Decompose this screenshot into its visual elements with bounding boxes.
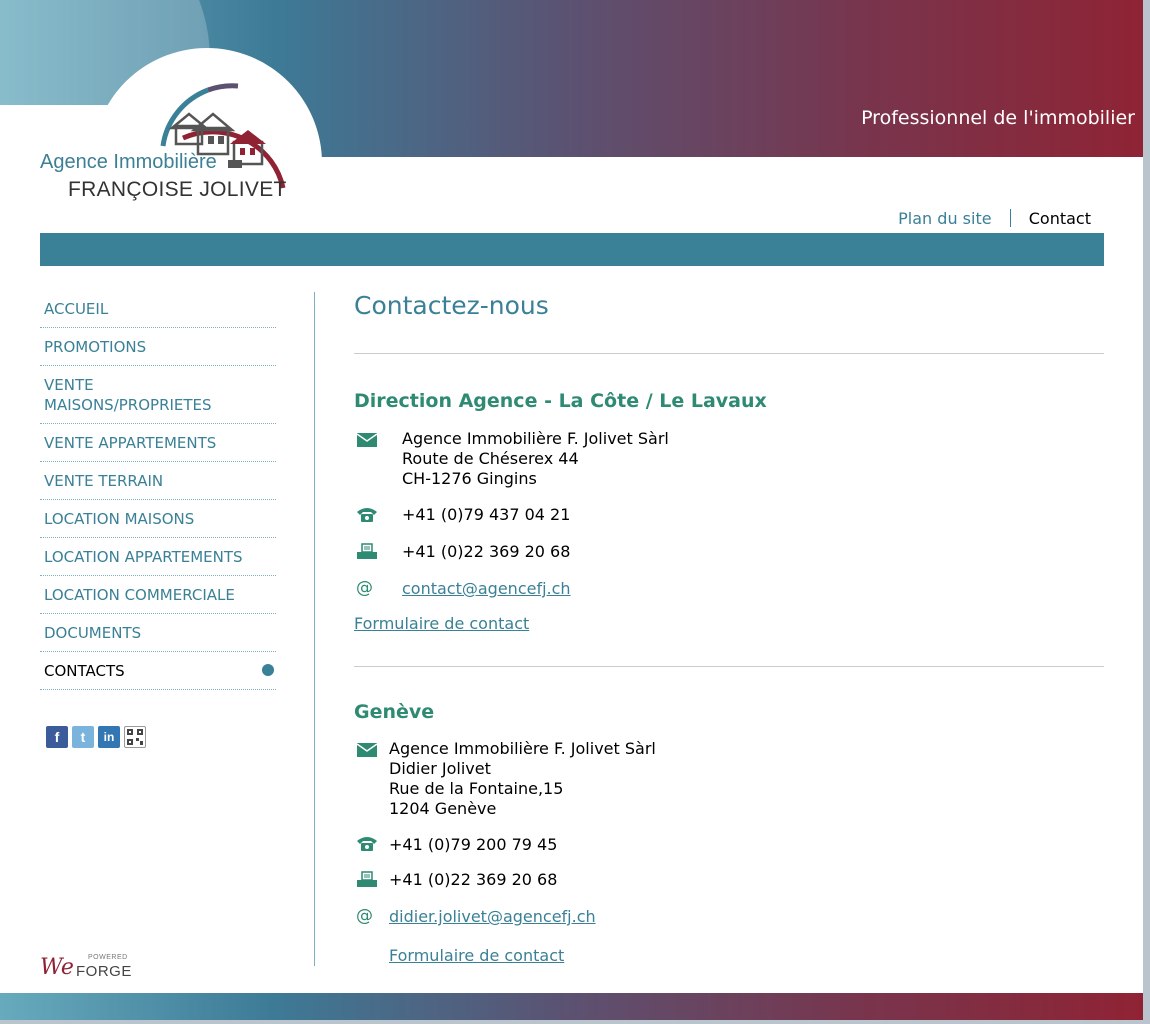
email-row: didier.jolivet@agencefj.ch bbox=[389, 907, 596, 927]
envelope-icon bbox=[356, 433, 378, 447]
section-title: Direction Agence - La Côte / Le Lavaux bbox=[354, 390, 767, 412]
powered-brand-web: We bbox=[40, 955, 74, 980]
address-line: CH-1276 Gingins bbox=[402, 469, 537, 488]
divider bbox=[354, 353, 1104, 354]
sidebar-item-label: PROMOTIONS bbox=[44, 338, 147, 356]
form-row: Formulaire de contact bbox=[389, 946, 564, 966]
page-title: Contactez-nous bbox=[354, 291, 549, 320]
sidebar-item-label: CONTACTS bbox=[44, 662, 125, 680]
contact-link[interactable]: Contact bbox=[1029, 209, 1091, 228]
phone-number: +41 (0)79 437 04 21 bbox=[402, 505, 571, 524]
address-block: Agence Immobilière F. Jolivet Sàrl Route… bbox=[402, 429, 669, 489]
phone-icon bbox=[357, 837, 377, 851]
fax-number: +41 (0)22 369 20 68 bbox=[402, 542, 571, 561]
twitter-icon[interactable]: t bbox=[72, 726, 94, 748]
sidebar-item-label: LOCATION MAISONS bbox=[44, 510, 195, 528]
address-line: Rue de la Fontaine,15 bbox=[389, 779, 564, 798]
sidebar-item-promotions[interactable]: PROMOTIONS bbox=[40, 328, 276, 366]
fax-number: +41 (0)22 369 20 68 bbox=[389, 870, 558, 889]
sidebar-item-label: LOCATION COMMERCIALE bbox=[44, 586, 235, 604]
sidebar-divider bbox=[314, 292, 315, 966]
email-link[interactable]: didier.jolivet@agencefj.ch bbox=[389, 907, 596, 926]
top-links: Plan du site Contact bbox=[898, 209, 1091, 228]
section-title: Genève bbox=[354, 701, 435, 723]
sidebar-item-location-maisons[interactable]: LOCATION MAISONS bbox=[40, 500, 276, 538]
contact-form-link[interactable]: Formulaire de contact bbox=[389, 946, 564, 965]
address-block: Agence Immobilière F. Jolivet Sàrl Didie… bbox=[389, 739, 656, 819]
social-links: f t in bbox=[46, 726, 146, 748]
sidebar-item-vente-terrain[interactable]: VENTE TERRAIN bbox=[40, 462, 276, 500]
sidebar-item-label: LOCATION APPARTEMENTS bbox=[44, 548, 243, 566]
envelope-icon bbox=[356, 743, 378, 757]
powered-brand-forge: FORGE bbox=[76, 963, 132, 980]
logo-text-name: FRANÇOISE JOLIVET bbox=[68, 178, 287, 201]
at-sign-icon: @ bbox=[356, 906, 373, 926]
sidebar-item-vente-maisons[interactable]: VENTE MAISONS/PROPRIETES bbox=[40, 366, 276, 424]
address-line: Agence Immobilière F. Jolivet Sàrl bbox=[402, 429, 669, 448]
sidebar-item-location-appartements[interactable]: LOCATION APPARTEMENTS bbox=[40, 538, 276, 576]
contact-form-link[interactable]: Formulaire de contact bbox=[354, 614, 529, 633]
page: Professionnel de l'immobilier Agence Imm… bbox=[0, 0, 1143, 1020]
address-line: 1204 Genève bbox=[389, 799, 497, 818]
form-row: Formulaire de contact bbox=[354, 614, 529, 634]
sidebar-nav: ACCUEIL PROMOTIONS VENTE MAISONS/PROPRIET… bbox=[40, 290, 276, 690]
qr-code-icon[interactable] bbox=[124, 726, 146, 748]
logo-text-agency: Agence Immobilière bbox=[40, 151, 217, 173]
sidebar-item-contacts[interactable]: CONTACTS bbox=[40, 652, 276, 690]
sidebar-item-label: DOCUMENTS bbox=[44, 624, 142, 642]
sidebar-item-label: ACCUEIL bbox=[44, 300, 109, 318]
address-line: Didier Jolivet bbox=[389, 759, 491, 778]
sidebar-item-label: MAISONS/PROPRIETES bbox=[44, 396, 212, 414]
email-link[interactable]: contact@agencefj.ch bbox=[402, 579, 571, 598]
address-line: Agence Immobilière F. Jolivet Sàrl bbox=[389, 739, 656, 758]
address-line: Route de Chéserex 44 bbox=[402, 449, 579, 468]
sidebar-item-vente-appartements[interactable]: VENTE APPARTEMENTS bbox=[40, 424, 276, 462]
navigation-bar bbox=[40, 233, 1104, 266]
fax-icon bbox=[357, 543, 377, 559]
header-tagline: Professionnel de l'immobilier bbox=[861, 107, 1135, 129]
top-links-divider bbox=[1009, 209, 1011, 227]
divider bbox=[354, 666, 1104, 667]
sidebar-item-label: VENTE TERRAIN bbox=[44, 472, 164, 490]
email-row: contact@agencefj.ch bbox=[402, 579, 571, 599]
facebook-icon[interactable]: f bbox=[46, 726, 68, 748]
sidebar-item-label: VENTE APPARTEMENTS bbox=[44, 434, 217, 452]
linkedin-icon[interactable]: in bbox=[98, 726, 120, 748]
powered-by-logo[interactable]: We POWERED FORGE bbox=[40, 953, 140, 983]
active-indicator-dot bbox=[262, 664, 274, 676]
sidebar-item-documents[interactable]: DOCUMENTS bbox=[40, 614, 276, 652]
phone-icon bbox=[357, 508, 377, 522]
sidebar-item-accueil[interactable]: ACCUEIL bbox=[40, 290, 276, 328]
sidebar-item-label: VENTE bbox=[44, 376, 94, 394]
at-sign-icon: @ bbox=[356, 578, 373, 598]
phone-number: +41 (0)79 200 79 45 bbox=[389, 835, 558, 854]
footer-banner bbox=[0, 993, 1143, 1020]
powered-label: POWERED bbox=[88, 954, 128, 961]
fax-icon bbox=[357, 871, 377, 887]
site-map-link[interactable]: Plan du site bbox=[898, 209, 991, 228]
sidebar-item-location-commerciale[interactable]: LOCATION COMMERCIALE bbox=[40, 576, 276, 614]
